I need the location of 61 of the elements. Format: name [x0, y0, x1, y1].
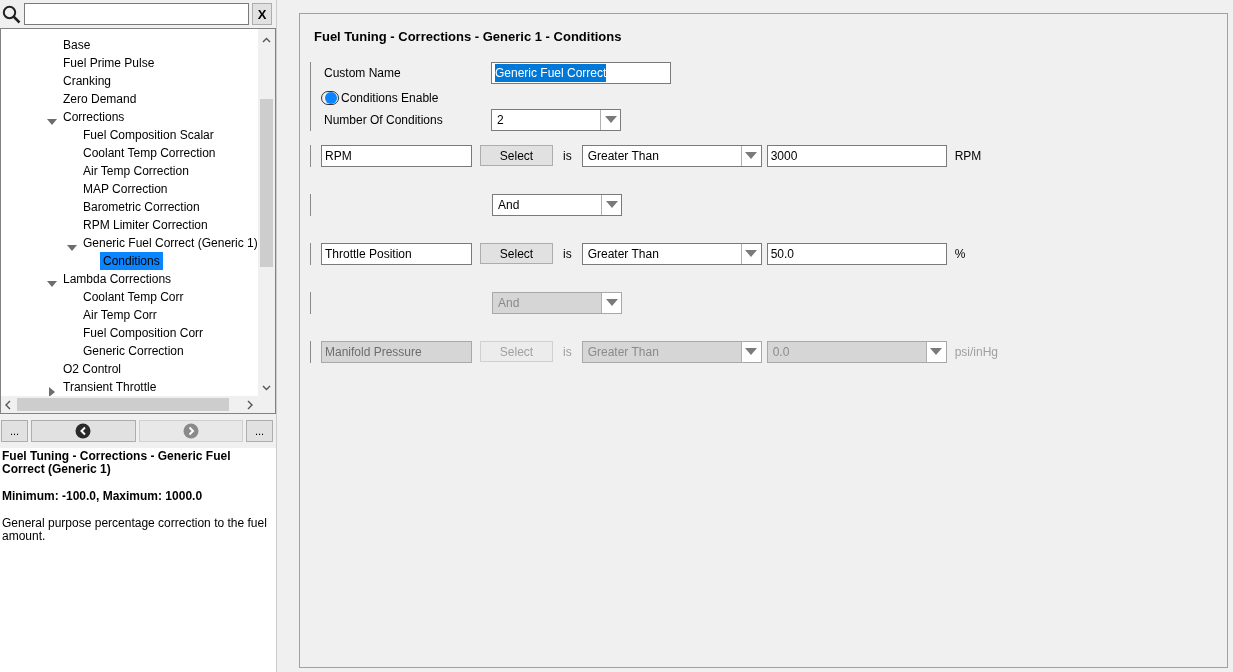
dropdown[interactable]: 2 [491, 108, 621, 131]
tree-item[interactable]: Air Temp Correction [80, 162, 192, 180]
unit-label: RPM [954, 147, 982, 165]
tree-item[interactable]: Generic Fuel Correct (Generic 1) [80, 234, 258, 252]
tree-item[interactable]: MAP Correction [80, 180, 171, 198]
scroll-up-icon[interactable] [262, 37, 271, 43]
range-text: Minimum: -100.0, Maximum: 1000.0 [2, 490, 204, 503]
tree-item[interactable]: Conditions [100, 252, 163, 270]
tree-item[interactable]: Coolant Temp Corr [80, 288, 187, 306]
description-title: Fuel Tuning - Corrections - Generic Fuel Correct (Generic 1) [2, 450, 232, 476]
dropdown[interactable]: Greater Than [581, 242, 762, 265]
value-field[interactable]: 3000 [766, 144, 947, 167]
unit-label: psi/inHg [954, 343, 999, 361]
tree-item[interactable]: RPM Limiter Correction [80, 216, 211, 234]
dropdown-arrow-icon [745, 249, 758, 258]
condition-text: is [563, 343, 572, 361]
operator-dropdown[interactable]: And [492, 193, 622, 216]
channel-field[interactable]: Throttle Position [321, 242, 472, 265]
dropdown-arrow-icon [605, 200, 618, 209]
tree-item[interactable]: Zero Demand [60, 90, 140, 108]
tree-item[interactable]: Fuel Composition Corr [80, 324, 207, 342]
channel-field[interactable]: RPM [321, 144, 472, 167]
back-button[interactable] [31, 420, 136, 442]
dropdown-arrow-icon [930, 347, 943, 356]
tree-item[interactable]: Coolant Temp Correction [80, 144, 219, 162]
clear-button[interactable]: X [252, 3, 272, 25]
select-button[interactable]: Select [480, 145, 553, 166]
tree-item[interactable]: Barometric Correction [80, 198, 203, 216]
select-button[interactable]: Select [480, 243, 553, 264]
panel-title: Fuel Tuning - Corrections - Generic 1 - Conditions [314, 28, 623, 46]
tree-item[interactable]: Base [60, 36, 94, 54]
field-label: Custom Name [324, 64, 402, 82]
value-field[interactable]: 50.0 [766, 242, 947, 265]
more-button[interactable]: ... [246, 420, 273, 442]
tree-item[interactable]: Transient Throttle [60, 378, 160, 396]
condition-text: is [563, 245, 572, 263]
vertical-scrollbar[interactable] [258, 29, 275, 396]
text-field[interactable]: Generic Fuel Correct [491, 61, 671, 84]
unit-label: % [954, 245, 966, 263]
tree-item[interactable]: Air Temp Corr [80, 306, 160, 324]
tree-item[interactable]: Fuel Composition Scalar [80, 126, 217, 144]
dropdown[interactable]: Greater Than [581, 144, 762, 167]
dropdown-arrow-icon [605, 298, 618, 307]
search-icon [2, 4, 21, 24]
search-field[interactable] [24, 3, 249, 25]
tree-item[interactable]: Lambda Corrections [60, 270, 175, 288]
tree-item[interactable]: Cranking [60, 72, 115, 90]
tree-item[interactable]: O2 Control [60, 360, 125, 378]
description-text: General purpose percentage correction to the fuel amount. [2, 517, 268, 543]
dropdown-arrow-icon [745, 347, 758, 356]
dropdown-arrow-icon [745, 151, 758, 160]
tree-item[interactable]: Fuel Prime Pulse [60, 54, 158, 72]
toggle-label: Conditions Enable [341, 89, 439, 107]
scroll-down-icon[interactable] [262, 385, 271, 391]
tree-item[interactable]: Corrections [60, 108, 128, 126]
tree-item[interactable]: Generic Correction [80, 342, 187, 360]
field-label: Number Of Conditions [324, 111, 444, 129]
dropdown-arrow-icon [604, 115, 617, 124]
condition-text: is [563, 147, 572, 165]
more-button[interactable]: ... [1, 420, 28, 442]
horizontal-scrollbar[interactable] [1, 396, 275, 413]
